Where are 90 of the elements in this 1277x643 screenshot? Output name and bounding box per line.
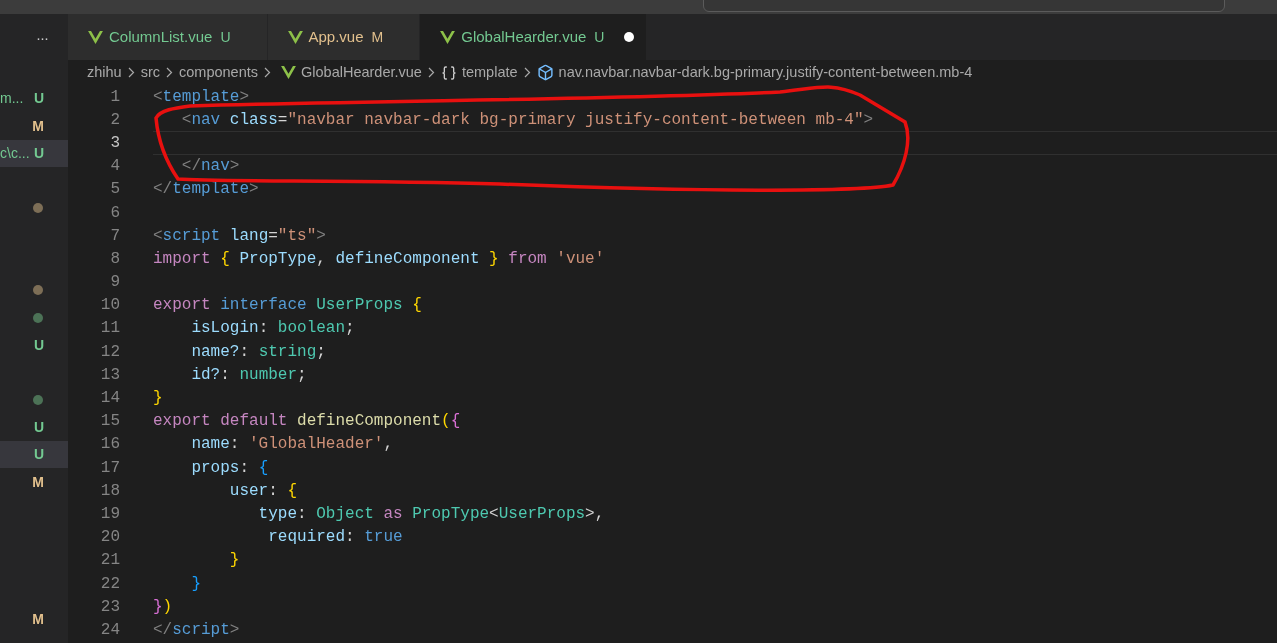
chevron-right-icon bbox=[264, 67, 271, 78]
chevron-right-icon bbox=[166, 67, 173, 78]
vue-icon bbox=[281, 66, 296, 79]
git-status-letter: M bbox=[371, 27, 384, 47]
line-number: 15 bbox=[99, 411, 121, 433]
explorer-row[interactable]: c\c... U bbox=[0, 139, 68, 168]
explorer-row[interactable]: M bbox=[0, 112, 68, 140]
breadcrumb-item[interactable]: template bbox=[461, 61, 518, 84]
code-line: } bbox=[153, 388, 164, 410]
line-number: 10 bbox=[99, 295, 121, 317]
line-number: 18 bbox=[99, 480, 121, 502]
code-line: </script> bbox=[153, 619, 241, 641]
line-number: 23 bbox=[99, 596, 121, 618]
code-line: required: true bbox=[267, 527, 404, 549]
braces-icon bbox=[440, 64, 457, 81]
git-status-letter: U bbox=[220, 27, 231, 47]
line-number: 7 bbox=[109, 225, 121, 247]
chevron-right-icon bbox=[427, 67, 435, 78]
cube-icon bbox=[536, 64, 554, 81]
code-line: isLogin: boolean; bbox=[190, 318, 356, 340]
line-number: 5 bbox=[109, 179, 121, 201]
editor-tab[interactable]: GlobalHearder.vue U bbox=[420, 14, 647, 60]
vue-icon bbox=[287, 30, 303, 44]
file-name: m... bbox=[0, 89, 24, 109]
code-line: }) bbox=[153, 596, 174, 618]
code-line: } bbox=[228, 550, 241, 572]
code-line: user: { bbox=[228, 480, 299, 502]
chevron-right-icon bbox=[523, 67, 531, 78]
code-line: export interface UserProps { bbox=[153, 295, 423, 317]
breadcrumb-item[interactable]: GlobalHearder.vue bbox=[301, 61, 422, 84]
breadcrumb-item[interactable]: src bbox=[140, 61, 160, 84]
git-status-letter: U bbox=[33, 335, 44, 355]
line-number: 11 bbox=[99, 318, 121, 340]
code-line: <script lang="ts"> bbox=[153, 225, 327, 247]
line-number: 24 bbox=[99, 619, 121, 641]
chevron-right-icon bbox=[127, 67, 135, 78]
more-actions-button[interactable]: ··· bbox=[36, 29, 48, 45]
explorer-row[interactable]: U bbox=[0, 331, 68, 359]
line-number: 16 bbox=[99, 434, 121, 456]
tab-title: App.vue bbox=[308, 26, 364, 47]
code-line: <nav class="navbar navbar-dark bg-primary justify-content-between mb-4"> bbox=[180, 109, 875, 131]
vue-icon bbox=[440, 30, 456, 44]
explorer-row[interactable]: M bbox=[0, 605, 68, 633]
code-line: type: Object as PropType<UserProps>, bbox=[257, 503, 606, 525]
line-number: 9 bbox=[109, 272, 121, 294]
line-number: 2 bbox=[109, 109, 121, 131]
code-line: } bbox=[190, 573, 202, 595]
code-line: <template> bbox=[153, 86, 251, 108]
code-line: export default defineComponent({ bbox=[153, 411, 462, 433]
git-status-letter: M bbox=[32, 609, 44, 629]
code-line: id?: number; bbox=[190, 364, 308, 386]
line-number: 22 bbox=[99, 573, 121, 595]
line-number: 14 bbox=[99, 388, 121, 410]
explorer-row[interactable]: U bbox=[0, 441, 68, 469]
editor-tab[interactable]: App.vue M bbox=[267, 14, 421, 60]
breadcrumb-item[interactable]: components bbox=[179, 61, 258, 84]
explorer-row[interactable]: m... U bbox=[0, 85, 68, 113]
line-number: 17 bbox=[99, 457, 121, 479]
tab-title: GlobalHearder.vue bbox=[461, 26, 587, 47]
editor-tab[interactable]: ColumnList.vue U bbox=[68, 14, 268, 60]
git-status-letter: U bbox=[33, 89, 44, 109]
line-number: 13 bbox=[99, 364, 121, 386]
line-number: 4 bbox=[109, 156, 121, 178]
git-status-letter: U bbox=[594, 27, 605, 47]
explorer-row[interactable]: U bbox=[0, 413, 68, 442]
code-line: </nav> bbox=[180, 156, 241, 178]
breadcrumb-item[interactable]: zhihu bbox=[87, 61, 122, 84]
line-number: 19 bbox=[99, 503, 121, 525]
git-status-letter: M bbox=[32, 116, 44, 136]
line-number: 21 bbox=[99, 550, 121, 572]
line-number: 6 bbox=[109, 202, 121, 224]
code-line: name?: string; bbox=[190, 341, 327, 363]
git-status-letter: M bbox=[32, 472, 44, 492]
git-status-letter: U bbox=[33, 445, 44, 465]
code-line: </template> bbox=[153, 179, 260, 201]
code-line: props: { bbox=[190, 457, 270, 479]
tab-title: ColumnList.vue bbox=[109, 26, 213, 47]
line-number: 12 bbox=[99, 341, 121, 363]
file-name: c\c... bbox=[0, 143, 30, 163]
git-status-letter: U bbox=[33, 143, 44, 163]
breadcrumb-item[interactable]: nav.navbar.navbar-dark.bg-primary.justify-content-between.mb-4 bbox=[558, 61, 973, 84]
vue-icon bbox=[88, 30, 103, 44]
code-line: import { PropType, defineComponent } from 'vue' bbox=[153, 248, 606, 270]
git-status-letter: U bbox=[33, 417, 44, 437]
code-line: name: 'GlobalHeader', bbox=[190, 434, 395, 456]
line-number: 1 bbox=[109, 86, 121, 108]
explorer-row[interactable]: M bbox=[0, 468, 68, 496]
line-number: 8 bbox=[109, 248, 121, 270]
line-number: 3 bbox=[109, 132, 121, 154]
line-number: 20 bbox=[99, 527, 121, 549]
